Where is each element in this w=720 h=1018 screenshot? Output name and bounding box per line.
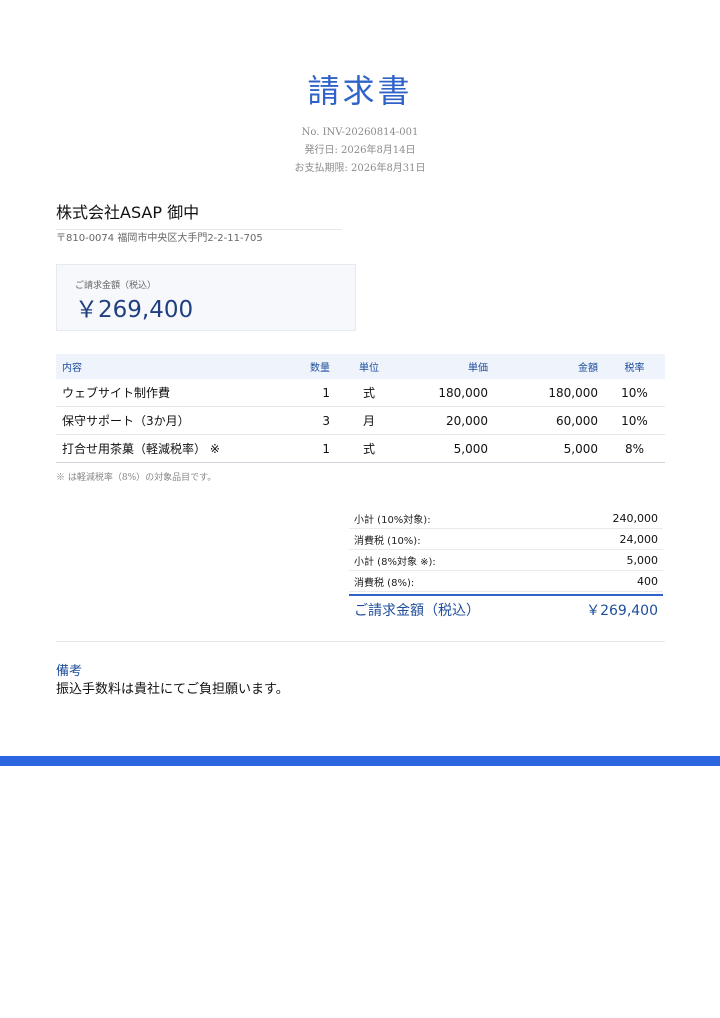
subtotal-8-row: 小計 (8%対象 ※): 5,000 (349, 550, 663, 571)
amount-due-value: ￥269,400 (75, 297, 194, 323)
subtotal-8-value: 5,000 (626, 553, 659, 567)
document-title: 請求書 (307, 72, 413, 110)
amount-due-box: ご請求金額（税込） ￥269,400 (56, 264, 356, 331)
totals-block: 小計 (10%対象): 240,000 消費税 (10%): 24,000 小計… (349, 508, 663, 624)
due-date: お支払期限: 2026年8月31日 (294, 163, 426, 174)
item-unit-price: 20,000 (402, 406, 494, 435)
item-tax-rate: 10% (604, 406, 665, 435)
table-row: ウェブサイト制作費 1 式 180,000 180,000 10% (56, 379, 665, 407)
item-quantity: 1 (288, 434, 336, 463)
item-unit: 式 (336, 434, 402, 463)
notes-title: 備考 (56, 664, 83, 679)
table-header-row: 内容 数量 単位 単価 金額 税率 (56, 354, 665, 379)
grand-total-label: ご請求金額（税込） (354, 603, 480, 619)
reduced-tax-footnote: ※ は軽減税率（8%）の対象品目です。 (56, 473, 217, 483)
item-quantity: 1 (288, 379, 336, 407)
header-tax-rate: 税率 (604, 354, 665, 379)
footer-accent-bar (0, 756, 720, 766)
table-row: 打合せ用茶菓（軽減税率） ※ 1 式 5,000 5,000 8% (56, 434, 665, 463)
item-amount: 180,000 (494, 379, 604, 407)
item-unit: 月 (336, 406, 402, 435)
subtotal-10-value: 240,000 (612, 511, 659, 525)
tax-8-label: 消費税 (8%): (354, 577, 415, 589)
tax-10-value: 24,000 (619, 532, 659, 546)
header-description: 内容 (56, 354, 288, 379)
invoice-page: 請求書 No. INV-20260814-001 発行日: 2026年8月14日… (0, 0, 720, 1018)
subtotal-10-row: 小計 (10%対象): 240,000 (349, 508, 663, 529)
subtotal-10-label: 小計 (10%対象): (354, 514, 431, 526)
item-amount: 60,000 (494, 406, 604, 435)
table-row: 保守サポート（3か月） 3 月 20,000 60,000 10% (56, 406, 665, 435)
subtotal-8-label: 小計 (8%対象 ※): (354, 556, 436, 568)
invoice-number: No. INV-20260814-001 (301, 127, 419, 138)
grand-total-value: ￥269,400 (586, 603, 658, 619)
item-amount: 5,000 (494, 434, 604, 463)
section-divider (56, 641, 665, 642)
item-unit: 式 (336, 379, 402, 407)
item-description: ウェブサイト制作費 (56, 379, 288, 407)
header-unit: 単位 (336, 354, 402, 379)
tax-8-value: 400 (637, 574, 658, 588)
tax-10-label: 消費税 (10%): (354, 535, 421, 547)
header-unit-price: 単価 (402, 354, 494, 379)
item-description: 打合せ用茶菓（軽減税率） ※ (56, 434, 288, 463)
item-unit-price: 5,000 (402, 434, 494, 463)
grand-total-row: ご請求金額（税込） ￥269,400 (349, 594, 663, 624)
notes-body: 振込手数料は貴社にてご負担願います。 (56, 682, 289, 697)
tax-8-row: 消費税 (8%): 400 (349, 571, 663, 592)
item-unit-price: 180,000 (402, 379, 494, 407)
recipient-name: 株式会社ASAP 御中 (56, 199, 342, 230)
item-quantity: 3 (288, 406, 336, 435)
invoice-meta: No. INV-20260814-001 発行日: 2026年8月14日 お支払… (0, 124, 720, 178)
item-tax-rate: 8% (604, 434, 665, 463)
tax-10-row: 消費税 (10%): 24,000 (349, 529, 663, 550)
header-amount: 金額 (494, 354, 604, 379)
item-tax-rate: 10% (604, 379, 665, 407)
header-quantity: 数量 (288, 354, 336, 379)
recipient-address: 〒810-0074 福岡市中央区大手門2-2-11-705 (56, 233, 263, 244)
item-description: 保守サポート（3か月） (56, 406, 288, 435)
line-items-table: 内容 数量 単位 単価 金額 税率 ウェブサイト制作費 1 式 180,000 … (56, 354, 665, 463)
issue-date: 発行日: 2026年8月14日 (304, 145, 416, 156)
